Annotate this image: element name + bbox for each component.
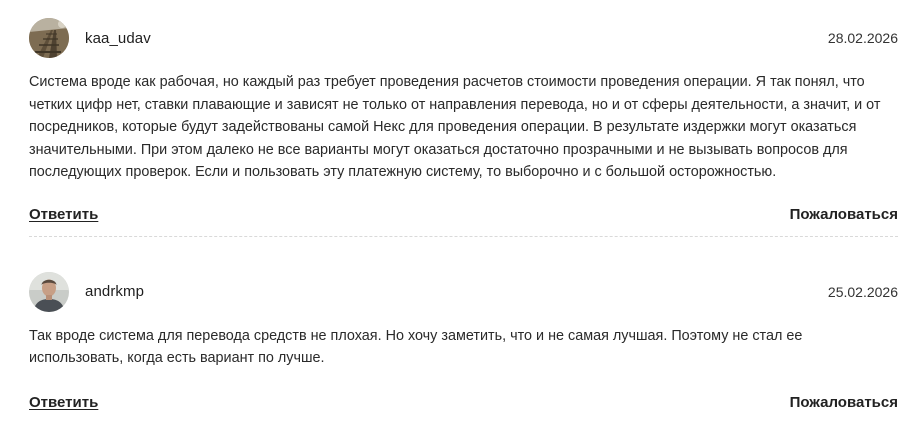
comment-actions: Ответить Пожаловаться: [29, 206, 898, 223]
comment-header: andrkmp 25.02.2026: [29, 270, 898, 314]
comment-item: kaa_udav 28.02.2026 Система вроде как ра…: [29, 16, 898, 223]
comment-actions: Ответить Пожаловаться: [29, 394, 898, 411]
comment-item: andrkmp 25.02.2026 Так вроде система для…: [29, 270, 898, 411]
comment-header: kaa_udav 28.02.2026: [29, 16, 898, 60]
avatar-railway-icon: [29, 18, 69, 58]
comments-list: kaa_udav 28.02.2026 Система вроде как ра…: [29, 16, 898, 411]
avatar-person-icon: [29, 271, 69, 312]
reply-link[interactable]: Ответить: [29, 206, 98, 223]
comment-text: Так вроде система для перевода средств н…: [29, 327, 803, 367]
avatar: [29, 271, 69, 312]
comment-author: kaa_udav: [85, 29, 151, 47]
avatar: [29, 18, 69, 58]
comment-date: 25.02.2026: [827, 283, 898, 300]
reply-link[interactable]: Ответить: [29, 394, 98, 411]
report-link[interactable]: Пожаловаться: [790, 206, 898, 223]
comment-text: Система вроде как рабочая, но каждый раз…: [29, 74, 881, 180]
comment-author: andrkmp: [85, 283, 145, 300]
comment-date: 28.02.2026: [827, 30, 898, 46]
report-link[interactable]: Пожаловаться: [790, 394, 898, 411]
comment-divider: [29, 235, 898, 237]
